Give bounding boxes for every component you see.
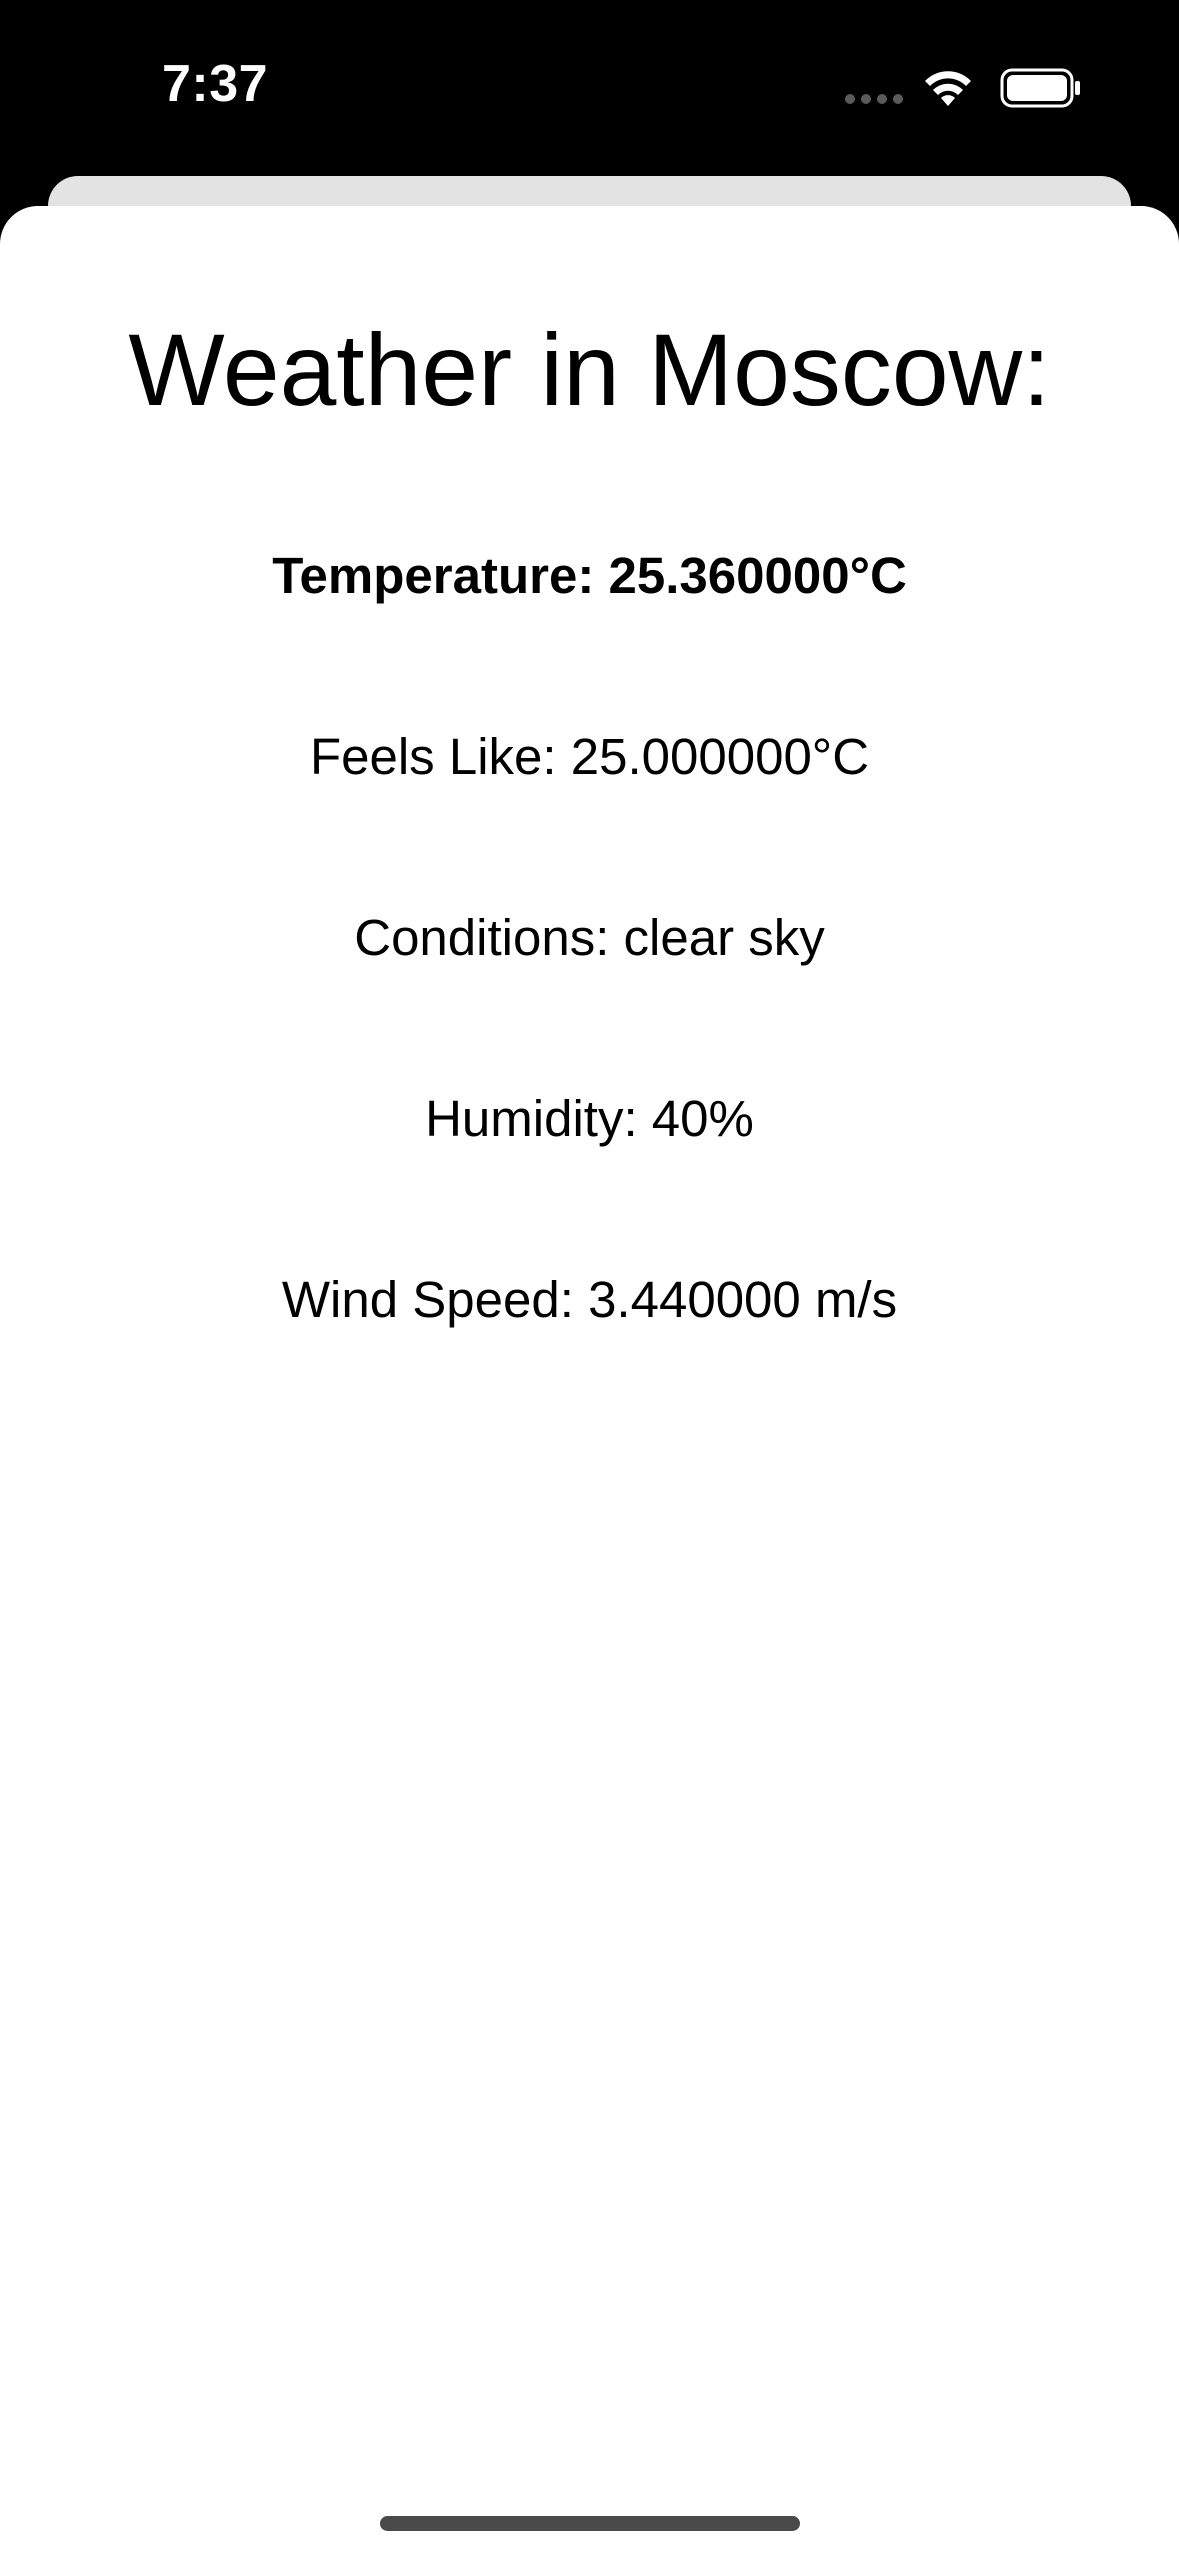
temperature-label: Temperature: 25.360000°C (272, 547, 907, 604)
feels-like-label: Feels Like: 25.000000°C (309, 728, 870, 785)
status-bar: 7:37 (0, 0, 1179, 175)
app-screen: 7:37 Weather in Moscow: Temperature: 25.… (0, 0, 1179, 2556)
humidity-label: Humidity: 40% (425, 1090, 754, 1147)
battery-icon (1000, 68, 1080, 108)
wind-speed-label: Wind Speed: 3.440000 m/s (281, 1271, 898, 1328)
wifi-icon (925, 71, 971, 106)
home-indicator[interactable] (380, 2516, 800, 2531)
conditions-label: Conditions: clear sky (354, 909, 825, 966)
status-time: 7:37 (162, 55, 269, 113)
weather-sheet[interactable]: Weather in Moscow: Temperature: 25.36000… (0, 206, 1179, 2556)
cellular-dots-icon (845, 94, 905, 104)
page-title: Weather in Moscow: (128, 313, 1051, 427)
